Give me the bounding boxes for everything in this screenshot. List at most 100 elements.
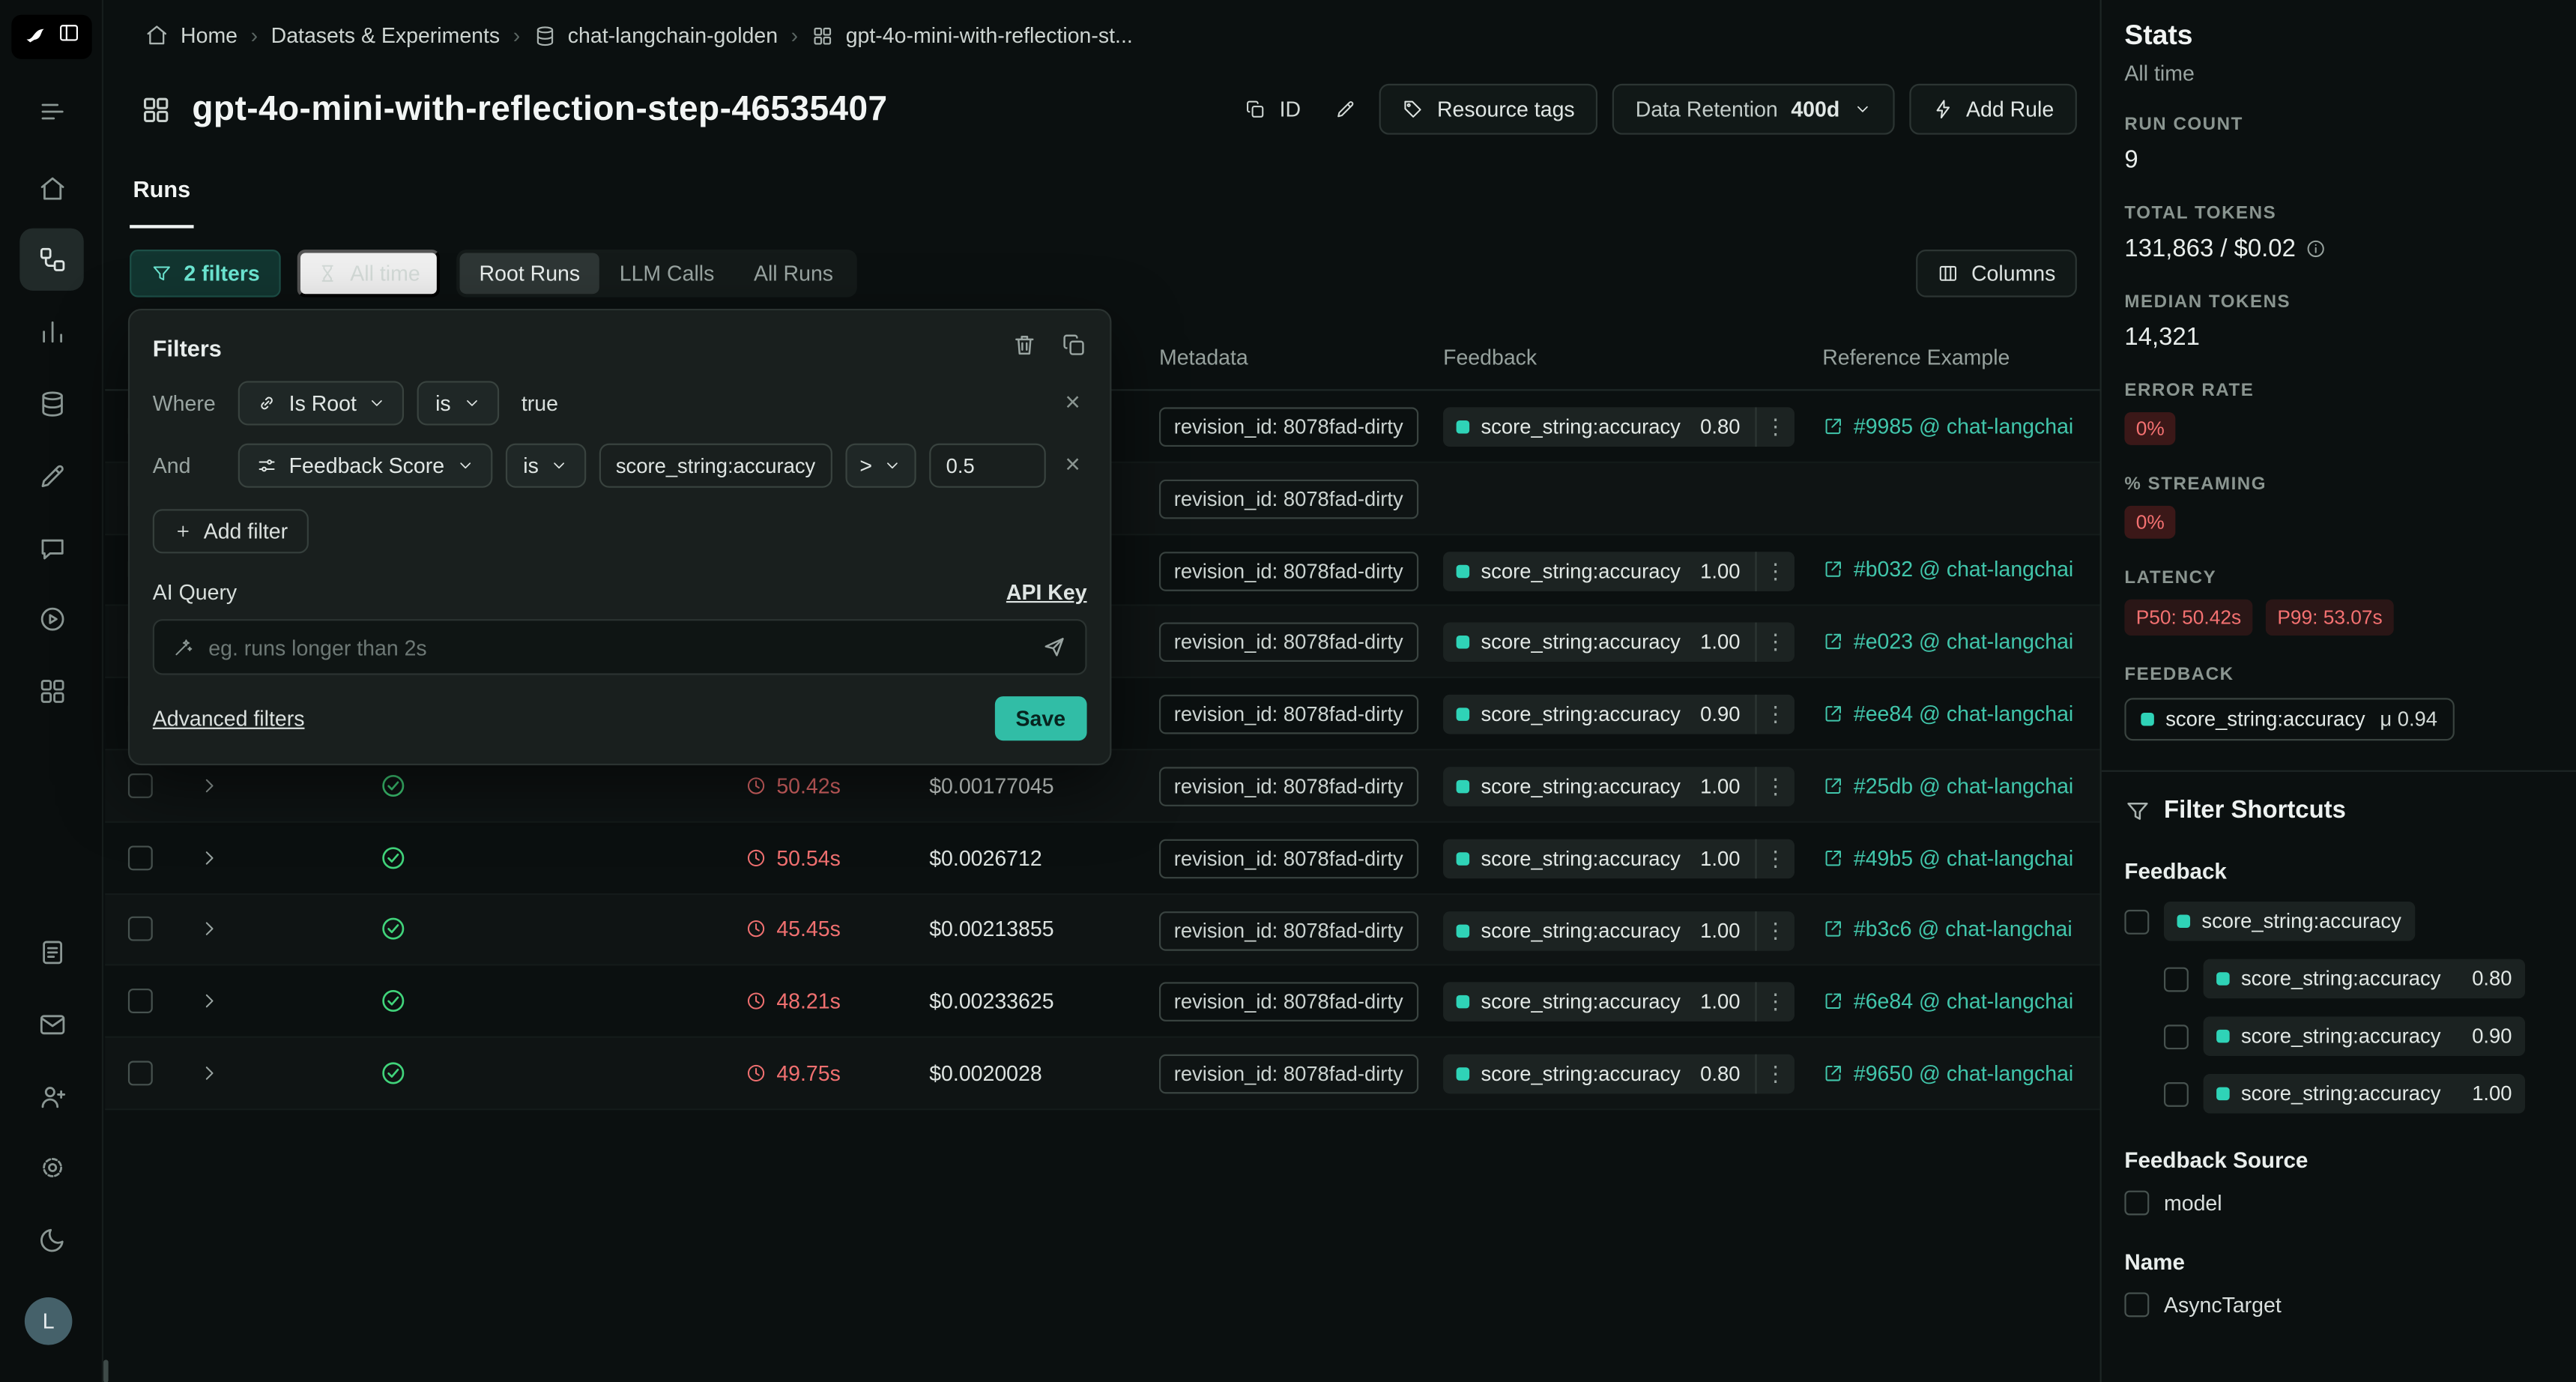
- sidebar-item-datasets[interactable]: [19, 372, 83, 435]
- metadata-chip[interactable]: revision_id: 8078fad-dirty: [1159, 479, 1418, 519]
- sidebar-item-monitoring[interactable]: [19, 301, 83, 363]
- metadata-chip[interactable]: revision_id: 8078fad-dirty: [1159, 839, 1418, 878]
- advanced-filters-link[interactable]: Advanced filters: [153, 706, 305, 731]
- copy-filters-icon[interactable]: [1061, 332, 1087, 363]
- api-key-link[interactable]: API Key: [1006, 579, 1087, 604]
- comparator-dropdown[interactable]: >: [845, 444, 917, 488]
- delete-filters-icon[interactable]: [1012, 332, 1038, 363]
- row-expand-chevron[interactable]: [199, 822, 220, 893]
- sidebar-item-tracing[interactable]: [19, 229, 83, 291]
- row-expand-chevron[interactable]: [199, 1038, 220, 1108]
- filter-operator-dropdown[interactable]: is: [505, 444, 586, 488]
- table-row[interactable]: 50.54s $0.0026712 revision_id: 8078fad-d…: [105, 822, 2099, 894]
- remove-filter-icon[interactable]: ×: [1059, 449, 1087, 482]
- reference-example-link[interactable]: #ee84 @ chat-langchai: [1822, 678, 2095, 749]
- feedback-chip[interactable]: score_string:accuracy 1.00 ⋮: [1443, 839, 1795, 878]
- nav-menu-icon[interactable]: [19, 80, 83, 142]
- breadcrumb-datasets[interactable]: Datasets & Experiments: [271, 23, 501, 48]
- breadcrumb-dataset[interactable]: chat-langchain-golden: [533, 23, 778, 48]
- feedback-chip[interactable]: score_string:accuracy 0.80 ⋮: [1443, 1054, 1795, 1094]
- remove-filter-icon[interactable]: ×: [1059, 387, 1087, 420]
- shortcut-checkbox[interactable]: [2164, 967, 2189, 992]
- sidebar-item-invite-user[interactable]: [19, 1066, 83, 1128]
- feedback-chip[interactable]: score_string:accuracy 0.90 ⋮: [1443, 695, 1795, 734]
- kebab-menu-icon[interactable]: ⋮: [1755, 911, 1795, 950]
- edit-name-button[interactable]: [1327, 84, 1364, 135]
- sidebar-item-settings[interactable]: [19, 1136, 83, 1198]
- reference-example-link[interactable]: #6e84 @ chat-langchai: [1822, 966, 2095, 1036]
- breadcrumb-experiment[interactable]: gpt-4o-mini-with-reflection-st...: [811, 23, 1133, 48]
- shortcut-checkbox[interactable]: [2124, 909, 2149, 934]
- theme-toggle-moon-icon[interactable]: [19, 1209, 83, 1271]
- row-checkbox[interactable]: [128, 917, 153, 942]
- kebab-menu-icon[interactable]: ⋮: [1755, 767, 1795, 806]
- shortcut-checkbox[interactable]: [2164, 1081, 2189, 1106]
- shortcut-checkbox[interactable]: [2124, 1191, 2149, 1216]
- kebab-menu-icon[interactable]: ⋮: [1755, 551, 1795, 591]
- metadata-chip[interactable]: revision_id: 8078fad-dirty: [1159, 911, 1418, 950]
- sidebar-item-feedback-mail[interactable]: [19, 994, 83, 1056]
- sidebar-item-annotation[interactable]: [19, 445, 83, 507]
- reference-example-link[interactable]: #b3c6 @ chat-langchai: [1822, 894, 2095, 965]
- feedback-chip[interactable]: score_string:accuracy 1.00 ⋮: [1443, 623, 1795, 663]
- filter-field-dropdown[interactable]: Is Root: [238, 381, 405, 425]
- reference-example-link[interactable]: #9650 @ chat-langchai: [1822, 1038, 2095, 1108]
- filter-operator-dropdown[interactable]: is: [417, 381, 498, 425]
- kebab-menu-icon[interactable]: ⋮: [1755, 623, 1795, 663]
- resource-tags-button[interactable]: Resource tags: [1379, 84, 1597, 135]
- row-checkbox[interactable]: [128, 773, 153, 798]
- metadata-chip[interactable]: revision_id: 8078fad-dirty: [1159, 983, 1418, 1022]
- row-expand-chevron[interactable]: [199, 966, 220, 1036]
- filter-field-dropdown[interactable]: Feedback Score: [238, 444, 492, 488]
- sidebar-item-prompts[interactable]: [19, 517, 83, 579]
- column-header-feedback[interactable]: Feedback: [1443, 345, 1537, 369]
- send-query-icon[interactable]: [1041, 634, 1067, 660]
- kebab-menu-icon[interactable]: ⋮: [1755, 1054, 1795, 1094]
- breadcrumb-home[interactable]: Home: [145, 23, 238, 48]
- column-header-metadata[interactable]: Metadata: [1159, 345, 1248, 369]
- reference-example-link[interactable]: #e023 @ chat-langchai: [1822, 606, 2095, 677]
- user-avatar[interactable]: L: [25, 1297, 73, 1345]
- reference-example-link[interactable]: #25db @ chat-langchai: [1822, 750, 2095, 821]
- metadata-chip[interactable]: revision_id: 8078fad-dirty: [1159, 767, 1418, 806]
- ai-query-input[interactable]: [208, 635, 1026, 660]
- metadata-chip[interactable]: revision_id: 8078fad-dirty: [1159, 1054, 1418, 1094]
- copy-id-button[interactable]: ID: [1233, 84, 1312, 135]
- metadata-chip[interactable]: revision_id: 8078fad-dirty: [1159, 551, 1418, 591]
- feedback-chip[interactable]: score_string:accuracy 1.00 ⋮: [1443, 983, 1795, 1022]
- save-filters-button[interactable]: Save: [994, 696, 1087, 740]
- row-expand-chevron[interactable]: [199, 894, 220, 965]
- shortcut-checkbox[interactable]: [2124, 1292, 2149, 1317]
- columns-button[interactable]: Columns: [1915, 250, 2076, 298]
- feedback-chip[interactable]: score_string:accuracy 1.00 ⋮: [1443, 911, 1795, 950]
- feedback-key-input[interactable]: score_string:accuracy: [599, 444, 832, 488]
- table-row[interactable]: 45.45s $0.00213855 revision_id: 8078fad-…: [105, 894, 2099, 966]
- score-value-input[interactable]: 0.5: [930, 444, 1045, 488]
- table-row[interactable]: 48.21s $0.00233625 revision_id: 8078fad-…: [105, 966, 2099, 1038]
- shortcut-checkbox[interactable]: [2164, 1024, 2189, 1048]
- kebab-menu-icon[interactable]: ⋮: [1755, 983, 1795, 1022]
- reference-example-link[interactable]: #b032 @ chat-langchai: [1822, 534, 2095, 605]
- kebab-menu-icon[interactable]: ⋮: [1755, 407, 1795, 447]
- feedback-chip[interactable]: score_string:accuracy 0.80 ⋮: [1443, 407, 1795, 447]
- feedback-chip[interactable]: score_string:accuracy 1.00 ⋮: [1443, 767, 1795, 806]
- reference-example-link[interactable]: #9985 @ chat-langchai: [1822, 391, 2095, 462]
- segment-llm-calls[interactable]: LLM Calls: [599, 253, 734, 294]
- add-rule-button[interactable]: Add Rule: [1908, 84, 2077, 135]
- sidebar-item-home[interactable]: [19, 157, 83, 220]
- time-range-button[interactable]: All time: [297, 250, 440, 298]
- add-filter-button[interactable]: Add filter: [153, 509, 309, 553]
- kebab-menu-icon[interactable]: ⋮: [1755, 839, 1795, 878]
- collapse-sidebar-icon[interactable]: [58, 21, 81, 52]
- sidebar-item-docs[interactable]: [19, 921, 83, 983]
- filters-button[interactable]: 2 filters: [130, 250, 281, 298]
- sidebar-item-deployments[interactable]: [19, 660, 83, 722]
- info-icon[interactable]: [2306, 238, 2326, 259]
- segment-all-runs[interactable]: All Runs: [734, 253, 853, 294]
- metadata-chip[interactable]: revision_id: 8078fad-dirty: [1159, 407, 1418, 447]
- feedback-chip[interactable]: score_string:accuracy 1.00 ⋮: [1443, 551, 1795, 591]
- reference-example-link[interactable]: #49b5 @ chat-langchai: [1822, 822, 2095, 893]
- feedback-summary-chip[interactable]: score_string:accuracy μ 0.94: [2124, 698, 2454, 740]
- sidebar-item-playground[interactable]: [19, 588, 83, 650]
- kebab-menu-icon[interactable]: ⋮: [1755, 695, 1795, 734]
